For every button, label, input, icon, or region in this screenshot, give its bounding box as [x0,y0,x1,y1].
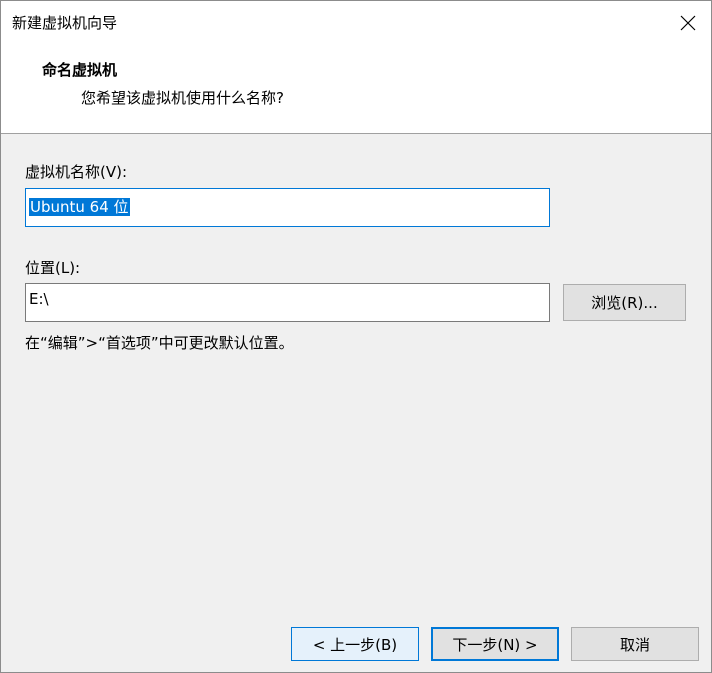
location-hint: 在“编辑”>“首选项”中可更改默认位置。 [25,334,294,352]
page-title: 命名虚拟机 [42,61,118,79]
vm-name-value: Ubuntu 64 位 [29,198,130,216]
window-title: 新建虚拟机向导 [12,14,118,32]
vm-name-input[interactable]: Ubuntu 64 位 [25,188,550,227]
browse-button[interactable]: 浏览(R)... [563,284,686,321]
close-button[interactable] [665,1,711,45]
page-subtitle: 您希望该虚拟机使用什么名称? [81,89,284,107]
vm-name-label: 虚拟机名称(V): [25,163,128,181]
wizard-window: 新建虚拟机向导 命名虚拟机 您希望该虚拟机使用什么名称? 虚拟机名称(V): U… [0,0,712,673]
location-value: E:\ [29,290,49,308]
next-button[interactable]: 下一步(N) > [431,627,559,661]
location-input[interactable]: E:\ [25,283,550,322]
close-icon [680,15,696,31]
cancel-button[interactable]: 取消 [571,627,699,661]
location-label: 位置(L): [25,259,81,277]
wizard-header: 命名虚拟机 您希望该虚拟机使用什么名称? [1,45,711,134]
title-bar[interactable]: 新建虚拟机向导 [1,1,711,45]
back-button[interactable]: < 上一步(B) [291,627,419,661]
